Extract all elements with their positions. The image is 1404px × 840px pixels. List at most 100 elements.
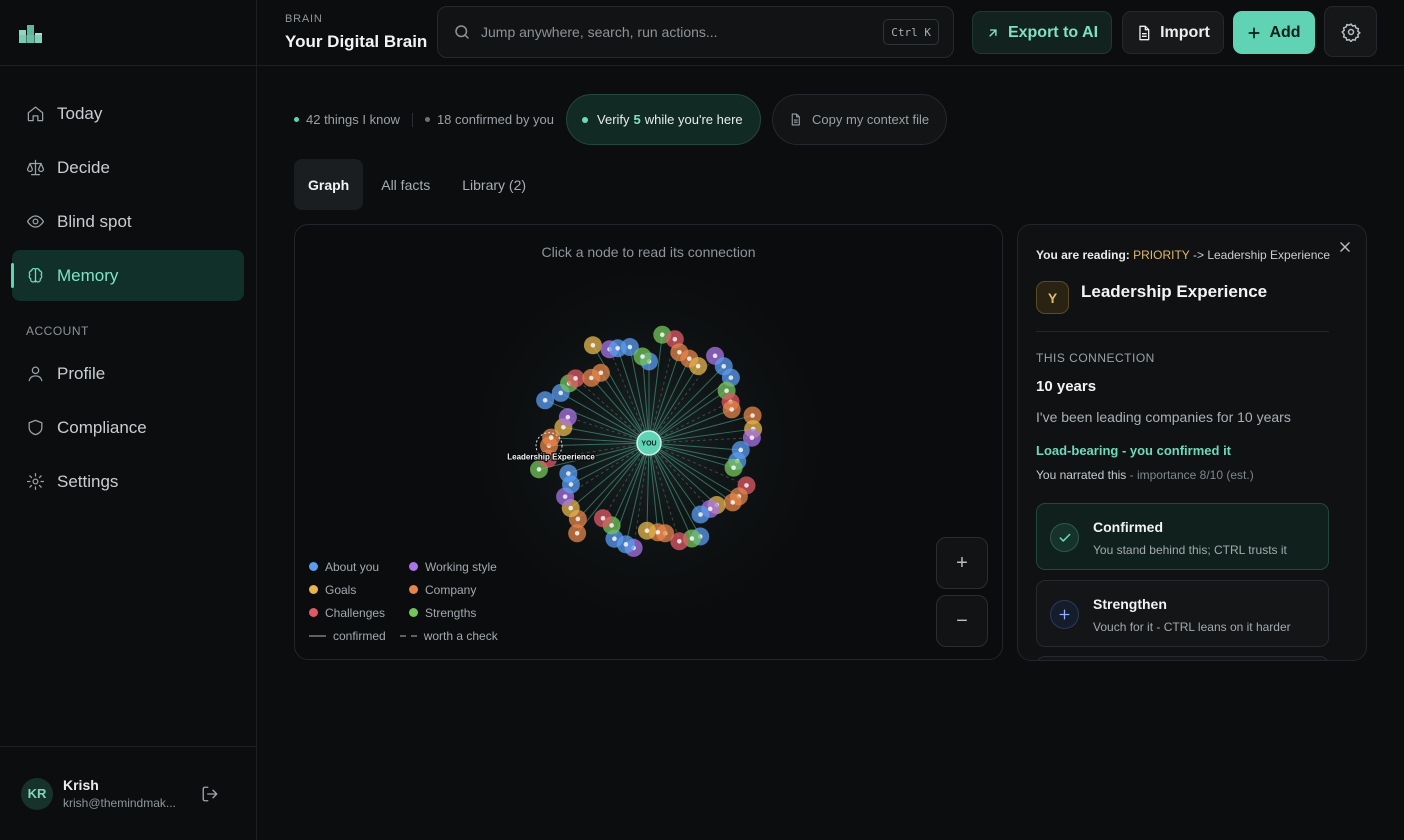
close-icon[interactable] — [1338, 240, 1352, 254]
tab-graph[interactable]: Graph — [294, 159, 364, 210]
memory-graph: Leadership Experience YOU Click a node to… — [294, 224, 1003, 660]
sidebar-item-label: Memory — [57, 265, 119, 285]
search-input[interactable]: Jump anywhere, search, run actions... Ct… — [437, 6, 954, 58]
status-dot — [294, 117, 299, 122]
graph-node-core — [612, 536, 617, 542]
confirmed-option[interactable]: Confirmed You stand behind this; CTRL tr… — [1036, 503, 1329, 570]
legend-swatch — [409, 585, 418, 594]
logout-icon[interactable] — [201, 785, 219, 803]
document-icon — [791, 113, 800, 126]
legend-label: About you — [325, 559, 380, 574]
graph-node-core — [731, 465, 736, 471]
graph-node-core — [558, 390, 564, 396]
strengthen-option[interactable]: Strengthen Vouch for it - CTRL leans on … — [1036, 580, 1329, 647]
graph-node-core — [623, 542, 629, 547]
sidebar-item-today[interactable]: Today — [12, 88, 244, 139]
status-text: Load-bearing - you confirmed it — [1036, 443, 1232, 458]
next-option[interactable] — [1036, 656, 1329, 660]
legend-check-label: worth a check — [423, 629, 498, 643]
sidebar-item-label: Decide — [57, 157, 110, 177]
page-title: Your Digital Brain — [285, 32, 428, 51]
add-label: Add — [1269, 23, 1301, 41]
node-header: Y Leadership Experience — [1036, 281, 1267, 314]
brain-icon — [28, 267, 43, 283]
status-dot — [424, 117, 430, 122]
legend-swatch — [309, 585, 318, 594]
graph-node-core — [689, 536, 695, 541]
search-icon — [455, 25, 469, 39]
graph-node-core — [536, 467, 542, 472]
sidebar-nav: Today Decide Blind spot Memory ACCOUNT P… — [0, 66, 256, 507]
import-button[interactable]: Import — [1122, 11, 1224, 54]
sidebar-item-settings[interactable]: Settings — [12, 456, 244, 507]
document-icon — [1139, 25, 1150, 40]
connection-detail-panel: You are reading: PRIORITY -> Leadership … — [1017, 224, 1367, 661]
solid-line-swatch — [309, 635, 326, 637]
sidebar-item-memory[interactable]: Memory — [11, 250, 244, 301]
graph-node-core — [698, 512, 703, 517]
reading-arrow: -> — [1192, 248, 1204, 262]
tab-library[interactable]: Library (2) — [448, 159, 540, 210]
status-dot — [582, 116, 589, 123]
verify-prefix: Verify — [597, 112, 630, 127]
sidebar-item-compliance[interactable]: Compliance — [12, 402, 244, 453]
reading-target: Leadership Experience — [1207, 248, 1331, 262]
confirmed-count-text: 18 confirmed by you — [436, 112, 555, 127]
graph-node-core — [728, 375, 734, 380]
settings-button[interactable] — [1324, 6, 1377, 57]
sidebar-item-blind-spot[interactable]: Blind spot — [12, 196, 244, 247]
sidebar-item-label: Compliance — [57, 417, 147, 437]
graph-node-core — [655, 530, 661, 535]
zoom-out-button[interactable]: − — [936, 595, 988, 647]
verify-button[interactable]: Verify 5 while you're here — [566, 94, 762, 145]
graph-node-core — [695, 363, 701, 369]
connection-description: I've been leading companies for 10 years — [1036, 409, 1291, 425]
graph-node-core — [542, 397, 548, 403]
tab-all-facts[interactable]: All facts — [367, 159, 444, 210]
graph-node-core — [677, 349, 682, 355]
legend-label: Strengths — [425, 605, 477, 620]
top-bar: BRAIN Your Digital Brain Jump anywhere, … — [257, 0, 1404, 66]
sidebar-item-decide[interactable]: Decide — [12, 142, 244, 193]
legend-confirmed: confirmed — [309, 629, 386, 643]
graph-node-core — [640, 354, 645, 359]
graph-node-core — [548, 435, 554, 440]
sidebar-item-label: Settings — [57, 471, 119, 491]
graph-node-core — [615, 345, 621, 351]
sidebar-item-profile[interactable]: Profile — [12, 348, 244, 399]
sidebar: Today Decide Blind spot Memory ACCOUNT P… — [0, 0, 257, 840]
known-count: 42 things I know — [294, 112, 400, 127]
graph-node-core — [686, 356, 692, 361]
add-button[interactable]: Add — [1233, 11, 1315, 54]
legend-item: About you — [309, 559, 409, 574]
option-subtitle: You stand behind this; CTRL trusts it — [1093, 543, 1287, 557]
copy-context-button[interactable]: Copy my context file — [772, 94, 948, 145]
graph-node-core — [749, 435, 755, 441]
graph-node-core — [627, 344, 633, 350]
plus-icon — [1050, 600, 1079, 629]
export-label: Export to AI — [1007, 23, 1099, 41]
import-label: Import — [1160, 23, 1210, 41]
logo[interactable] — [0, 0, 256, 66]
legend-item: Challenges — [309, 605, 409, 620]
graph-node-core — [744, 483, 749, 488]
graph-node-core — [721, 364, 727, 369]
importance-text: - importance 8/10 (est.) — [1129, 468, 1254, 482]
zoom-in-button[interactable]: + — [936, 537, 988, 589]
known-count-text: 42 things I know — [306, 112, 400, 127]
graph-node-core — [738, 447, 744, 453]
graph-node-core — [677, 538, 682, 544]
keyboard-shortcut: Ctrl K — [883, 19, 939, 45]
graph-node-core — [562, 494, 568, 499]
copy-context-label: Copy my context file — [812, 112, 930, 127]
user-icon — [28, 366, 43, 382]
user-profile[interactable]: KR Krish krish@themindmak... — [0, 746, 256, 840]
connection-value: 10 years — [1036, 378, 1097, 395]
confirmed-count: 18 confirmed by you — [424, 112, 555, 127]
export-to-ai-button[interactable]: Export to AI — [972, 11, 1112, 54]
graph-node-core — [659, 332, 665, 338]
reading-source: PRIORITY — [1133, 248, 1190, 262]
option-subtitle: Vouch for it - CTRL leans on it harder — [1093, 620, 1291, 634]
reading-path: You are reading: PRIORITY -> Leadership … — [1036, 248, 1330, 262]
legend-item: Strengths — [409, 605, 519, 620]
